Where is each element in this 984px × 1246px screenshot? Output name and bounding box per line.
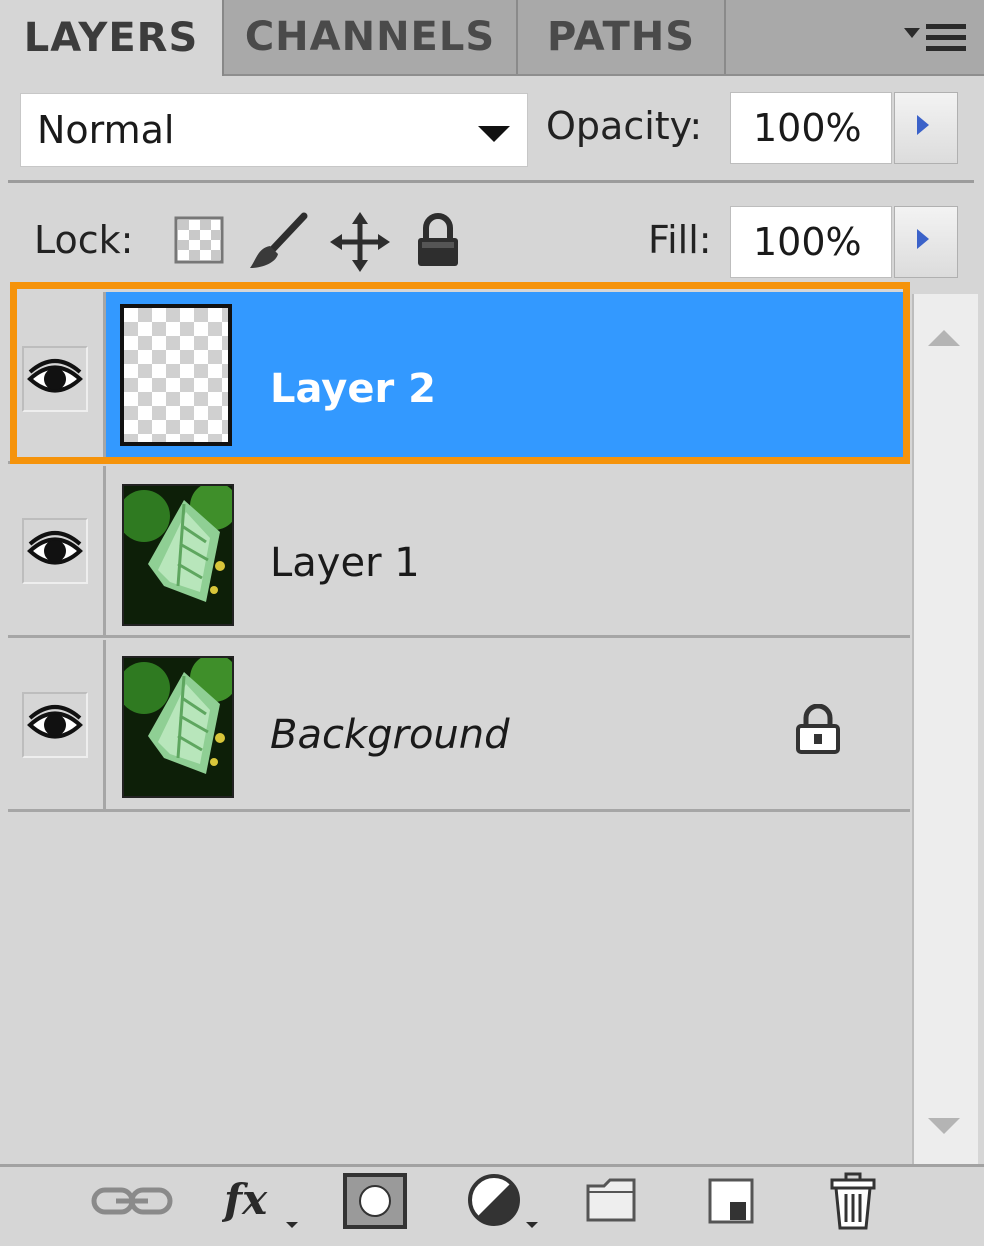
lock-image-pixels-icon[interactable] — [248, 212, 310, 272]
layers-scrollbar[interactable] — [912, 294, 978, 1164]
opacity-value: 100% — [753, 106, 862, 150]
opacity-label: Opacity: — [546, 104, 703, 148]
visibility-toggle[interactable] — [22, 692, 88, 758]
lock-all-icon[interactable] — [412, 212, 464, 270]
adjustment-layer-icon[interactable] — [464, 1170, 544, 1232]
fill-label: Fill: — [648, 218, 712, 262]
svg-text:fx: fx — [222, 1175, 268, 1224]
layer-mask-icon[interactable] — [342, 1170, 408, 1232]
chevron-down-icon[interactable] — [478, 126, 510, 142]
panel-menu-icon[interactable] — [900, 18, 970, 58]
new-group-folder-icon[interactable] — [584, 1170, 640, 1232]
divider — [8, 180, 974, 183]
layer-name[interactable]: Layer 2 — [270, 366, 436, 412]
tab-layers[interactable]: LAYERS — [0, 0, 224, 76]
eye-icon — [27, 531, 83, 565]
lock-transparent-pixels-icon[interactable] — [174, 216, 226, 266]
layer-row-background[interactable]: Background — [8, 640, 910, 812]
scroll-up-arrow-icon[interactable] — [928, 330, 960, 346]
eye-icon — [27, 359, 83, 393]
visibility-cell[interactable] — [8, 292, 106, 461]
blend-mode-select[interactable]: Normal — [20, 93, 528, 167]
layer-style-fx-icon[interactable]: fx — [222, 1170, 304, 1232]
layer-row-layer-1[interactable]: Layer 1 — [8, 466, 910, 638]
layer-name[interactable]: Background — [270, 712, 510, 758]
opacity-slider-button[interactable] — [894, 92, 958, 164]
layer-row-layer-2[interactable]: Layer 2 — [8, 292, 910, 464]
layer-thumbnail-transparent — [120, 304, 232, 446]
layer-name[interactable]: Layer 1 — [270, 540, 420, 586]
opacity-field[interactable]: 100% — [730, 92, 892, 164]
eye-icon — [27, 705, 83, 739]
fill-slider-button[interactable] — [894, 206, 958, 278]
delete-layer-trash-icon[interactable] — [826, 1170, 880, 1232]
tab-channels[interactable]: CHANNELS — [224, 0, 518, 74]
visibility-cell[interactable] — [8, 466, 106, 635]
visibility-toggle[interactable] — [22, 518, 88, 584]
layer-thumbnail-leaf — [122, 484, 234, 626]
fill-field[interactable]: 100% — [730, 206, 892, 278]
tab-paths[interactable]: PATHS — [518, 0, 726, 74]
visibility-cell[interactable] — [8, 640, 106, 809]
layer-thumbnail-leaf — [122, 656, 234, 798]
new-layer-icon[interactable] — [704, 1170, 760, 1232]
lock-position-icon[interactable] — [330, 212, 390, 272]
blend-mode-value: Normal — [37, 108, 175, 152]
lock-label: Lock: — [34, 218, 134, 262]
layer-locked-icon — [796, 704, 840, 754]
play-arrow-icon — [917, 115, 929, 135]
scroll-down-arrow-icon[interactable] — [928, 1118, 960, 1134]
visibility-toggle[interactable] — [22, 346, 88, 412]
link-layers-icon[interactable] — [90, 1170, 174, 1232]
play-arrow-icon — [917, 229, 929, 249]
fill-value: 100% — [753, 220, 862, 264]
